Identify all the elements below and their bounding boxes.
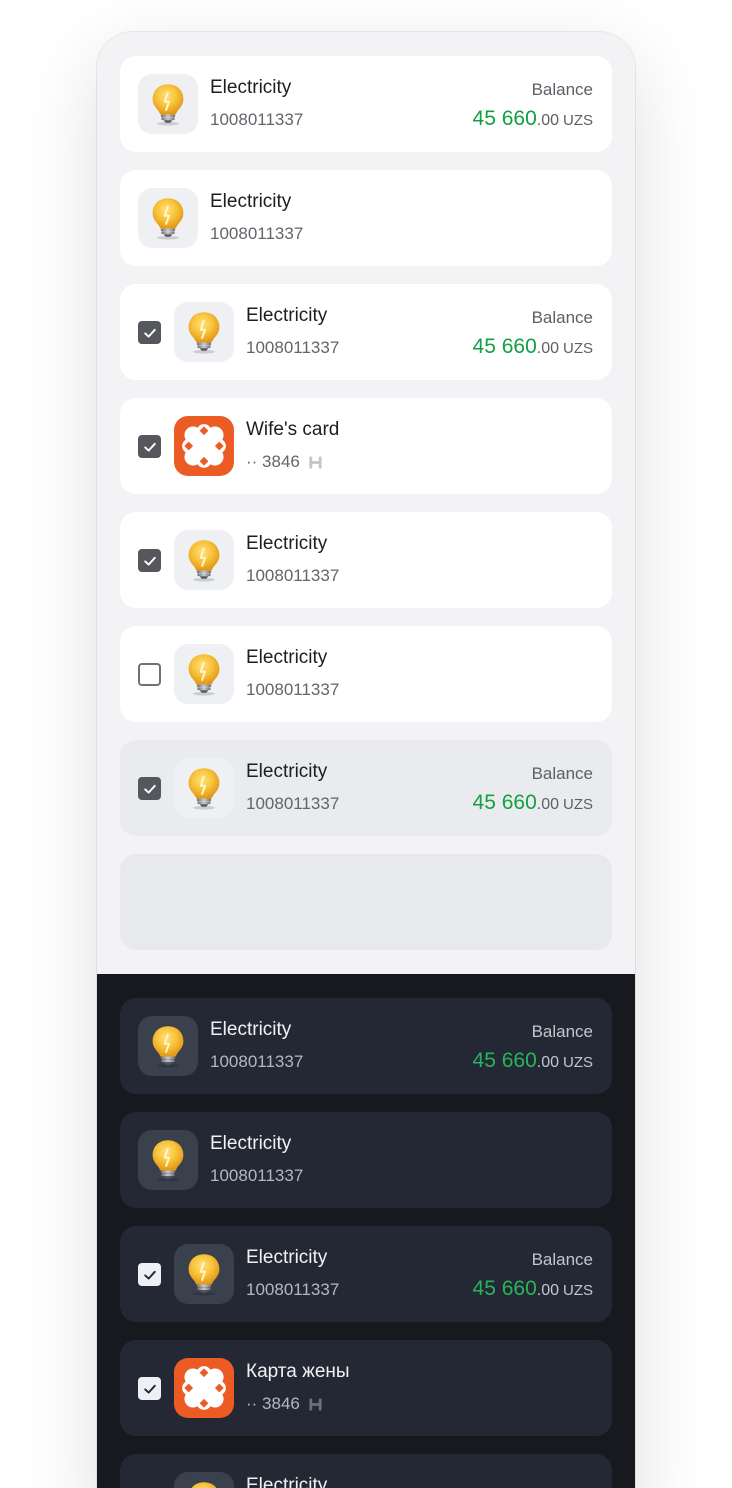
list-item-card[interactable]: Wife's card ·· 3846 [120,398,612,494]
item-title: Electricity [246,1247,328,1268]
balance-integer: 45 660 [472,791,537,814]
checkbox-checked[interactable] [138,1263,161,1286]
balance-decimal: .00 [536,1282,559,1299]
checkbox-checked[interactable] [138,549,161,572]
lightbulb-icon [174,1472,234,1488]
list-item-electricity[interactable]: Electricity 1008011337 [120,1112,612,1208]
loading-skeleton-row [120,854,612,950]
lightbulb-icon [174,758,234,818]
balance-integer: 45 660 [472,1049,537,1072]
item-account-number: 1008011337 [246,794,340,813]
checkmark-icon [142,439,158,455]
balance-currency: UZS [563,796,593,813]
lightbulb-icon [174,644,234,704]
item-title: Wife's card [246,419,340,440]
balance-currency: UZS [563,1282,593,1299]
item-account-number: 1008011337 [210,110,304,129]
item-title: Electricity [210,191,292,212]
humo-card-icon [174,1358,234,1418]
checkmark-icon [142,325,158,341]
phone-frame: Electricity 1008011337 Balance 45 660 .0… [97,32,635,1488]
list-item-electricity[interactable]: Electricity [120,1454,612,1488]
card-number-subtitle: ·· 3846 [246,452,323,472]
checkbox-checked[interactable] [138,435,161,458]
balance-label: Balance [531,308,593,327]
checkmark-icon [142,781,158,797]
humo-logo-icon [308,455,323,470]
item-title: Electricity [246,761,328,782]
lightbulb-icon [138,188,198,248]
list-item-electricity[interactable]: Electricity 1008011337 Balance 45 660 .0… [120,56,612,152]
list-item-card[interactable]: Карта жены ·· 3846 [120,1340,612,1436]
lightbulb-icon [138,74,198,134]
item-account-number: 1008011337 [210,1052,304,1071]
checkmark-icon [142,553,158,569]
balance-amount: 45 660 .00 UZS [473,1049,593,1073]
balance-amount: 45 660 .00 UZS [473,791,593,815]
item-title: Electricity [210,1019,292,1040]
balance-decimal: .00 [536,340,559,357]
checkbox-checked[interactable] [138,321,161,344]
card-number-subtitle: ·· 3846 [246,1394,323,1414]
balance-amount: 45 660 .00 UZS [473,107,593,131]
light-theme-list: Electricity 1008011337 Balance 45 660 .0… [97,32,635,974]
balance-integer: 45 660 [472,107,537,130]
list-item-electricity[interactable]: Electricity 1008011337 [120,512,612,608]
item-account-number: 1008011337 [210,224,304,243]
list-item-electricity-pressed[interactable]: Electricity 1008011337 Balance 45 660 .0… [120,740,612,836]
card-masked-number: ·· 3846 [246,452,300,471]
checkbox-unchecked[interactable] [138,663,161,686]
list-item-electricity[interactable]: Electricity 1008011337 [120,170,612,266]
item-title: Electricity [210,77,292,98]
balance-currency: UZS [563,112,593,129]
lightbulb-icon [174,530,234,590]
lightbulb-icon [138,1130,198,1190]
checkbox-checked[interactable] [138,777,161,800]
balance-amount: 45 660 .00 UZS [473,1277,593,1301]
humo-card-icon [174,416,234,476]
balance-label: Balance [531,764,593,783]
humo-logo-icon [308,1397,323,1412]
checkmark-icon [142,1381,158,1397]
dark-theme-list: Electricity 1008011337 Balance 45 660 .0… [97,974,635,1488]
balance-label: Balance [531,80,593,99]
item-account-number: 1008011337 [246,680,340,699]
item-title: Electricity [246,533,328,554]
balance-decimal: .00 [536,796,559,813]
list-item-electricity[interactable]: Electricity 1008011337 Balance 45 660 .0… [120,1226,612,1322]
item-account-number: 1008011337 [246,338,340,357]
balance-integer: 45 660 [472,1277,537,1300]
list-item-electricity[interactable]: Electricity 1008011337 Balance 45 660 .0… [120,998,612,1094]
lightbulb-icon [174,302,234,362]
balance-label: Balance [531,1022,593,1041]
checkmark-icon [142,1267,158,1283]
lightbulb-icon [174,1244,234,1304]
item-account-number: 1008011337 [210,1166,304,1185]
checkbox-checked[interactable] [138,1377,161,1400]
balance-currency: UZS [563,1054,593,1071]
balance-decimal: .00 [536,112,559,129]
lightbulb-icon [138,1016,198,1076]
card-masked-number: ·· 3846 [246,1394,300,1413]
list-item-electricity[interactable]: Electricity 1008011337 Balance 45 660 .0… [120,284,612,380]
item-account-number: 1008011337 [246,1280,340,1299]
item-title: Electricity [210,1133,292,1154]
item-title: Electricity [246,1475,328,1488]
balance-label: Balance [531,1250,593,1269]
balance-decimal: .00 [536,1054,559,1071]
item-title: Карта жены [246,1361,350,1382]
item-title: Electricity [246,305,328,326]
balance-amount: 45 660 .00 UZS [473,335,593,359]
item-account-number: 1008011337 [246,566,340,585]
balance-integer: 45 660 [472,335,537,358]
list-item-electricity[interactable]: Electricity 1008011337 [120,626,612,722]
item-title: Electricity [246,647,328,668]
balance-currency: UZS [563,340,593,357]
